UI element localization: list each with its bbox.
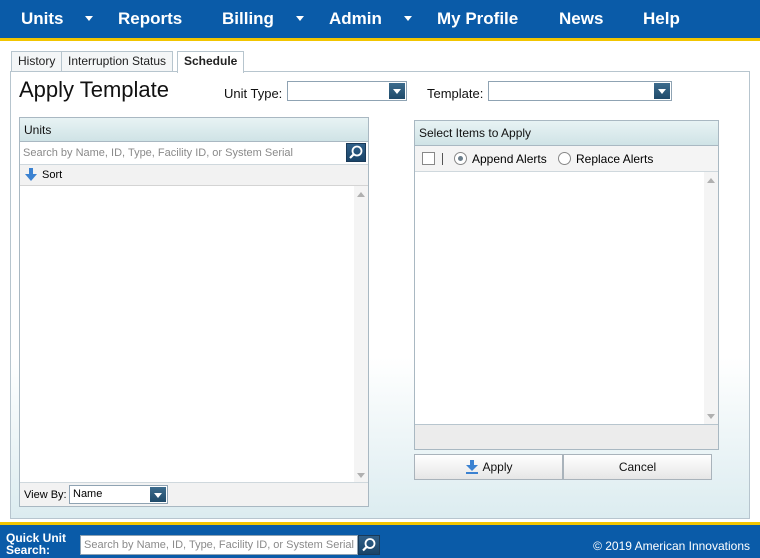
nav-admin[interactable]: Admin — [329, 0, 382, 38]
nav-billing[interactable]: Billing — [222, 0, 274, 38]
view-by-label: View By: — [24, 489, 67, 501]
view-by-chevron-down-icon[interactable] — [150, 487, 166, 502]
nav-accent-line — [0, 38, 760, 41]
unit-type-label: Unit Type: — [224, 86, 283, 101]
nav-news[interactable]: News — [559, 0, 603, 38]
nav-units-chevron-down-icon[interactable] — [85, 16, 93, 21]
cancel-label: Cancel — [618, 460, 657, 474]
option-separator — [442, 153, 443, 165]
select-items-header: Select Items to Apply — [415, 121, 718, 146]
units-panel: Units Sort View By: Name — [19, 117, 369, 507]
down-arrow-icon — [25, 168, 37, 181]
units-list[interactable] — [20, 186, 368, 484]
tab-interruption-status[interactable]: Interruption Status — [61, 51, 174, 72]
items-footer — [415, 424, 718, 449]
replace-alerts-radio[interactable] — [558, 152, 571, 165]
view-by-row: View By: Name — [20, 482, 368, 506]
page-title: Apply Template — [19, 77, 170, 102]
nav-my-profile[interactable]: My Profile — [437, 0, 518, 38]
view-by-value: Name — [73, 488, 103, 500]
units-scrollbar[interactable] — [354, 186, 368, 484]
tab-history[interactable]: History — [11, 51, 63, 72]
template-label: Template: — [427, 86, 484, 101]
nav-units[interactable]: Units — [21, 0, 64, 38]
quick-unit-search-input[interactable] — [80, 535, 358, 555]
append-alerts-label: Append Alerts — [472, 152, 547, 166]
sort-button[interactable]: Sort — [20, 165, 368, 186]
magnifier-icon — [362, 538, 376, 552]
unit-type-chevron-down-icon[interactable] — [389, 83, 405, 99]
quick-search-button[interactable] — [358, 535, 380, 555]
nav-billing-chevron-down-icon[interactable] — [296, 16, 304, 21]
tab-schedule[interactable]: Schedule — [177, 51, 245, 73]
cancel-button[interactable]: Cancel — [563, 454, 712, 480]
select-items-panel: Select Items to Apply Append Alerts Repl… — [414, 120, 719, 450]
items-scrollbar[interactable] — [704, 172, 718, 425]
copyright-text: © 2019 American Innovations — [593, 539, 750, 553]
nav-reports[interactable]: Reports — [118, 0, 182, 38]
units-search-input[interactable] — [20, 143, 346, 163]
replace-alerts-label: Replace Alerts — [576, 152, 654, 166]
scroll-down-icon[interactable] — [357, 473, 365, 478]
nav-help[interactable]: Help — [643, 0, 680, 38]
sort-label: Sort — [42, 169, 63, 181]
footer-bar: Quick Unit Search: © 2019 American Innov… — [0, 525, 760, 558]
quick-label-line2: Search: — [6, 543, 51, 557]
units-panel-header: Units — [20, 118, 368, 142]
select-all-checkbox[interactable] — [422, 152, 435, 165]
magnifier-icon — [349, 145, 363, 159]
view-by-select[interactable]: Name — [69, 485, 168, 504]
units-search-button[interactable] — [346, 143, 366, 162]
nav-admin-chevron-down-icon[interactable] — [404, 16, 412, 21]
items-scroll-up-icon[interactable] — [707, 178, 715, 183]
top-nav-bar: Units Reports Billing Admin My Profile N… — [0, 0, 760, 38]
items-list[interactable] — [415, 172, 718, 425]
template-select[interactable] — [488, 81, 672, 101]
scroll-up-icon[interactable] — [357, 192, 365, 197]
template-chevron-down-icon[interactable] — [654, 83, 670, 99]
apply-label: Apply — [482, 460, 513, 474]
unit-type-select[interactable] — [287, 81, 407, 101]
items-scroll-down-icon[interactable] — [707, 414, 715, 419]
apply-options-row: Append Alerts Replace Alerts — [415, 146, 718, 172]
apply-button[interactable]: Apply — [414, 454, 563, 480]
append-alerts-radio[interactable] — [454, 152, 467, 165]
download-arrow-icon — [466, 460, 478, 474]
quick-unit-search-label: Quick Unit Search: — [6, 532, 72, 556]
units-search-row — [20, 142, 368, 165]
